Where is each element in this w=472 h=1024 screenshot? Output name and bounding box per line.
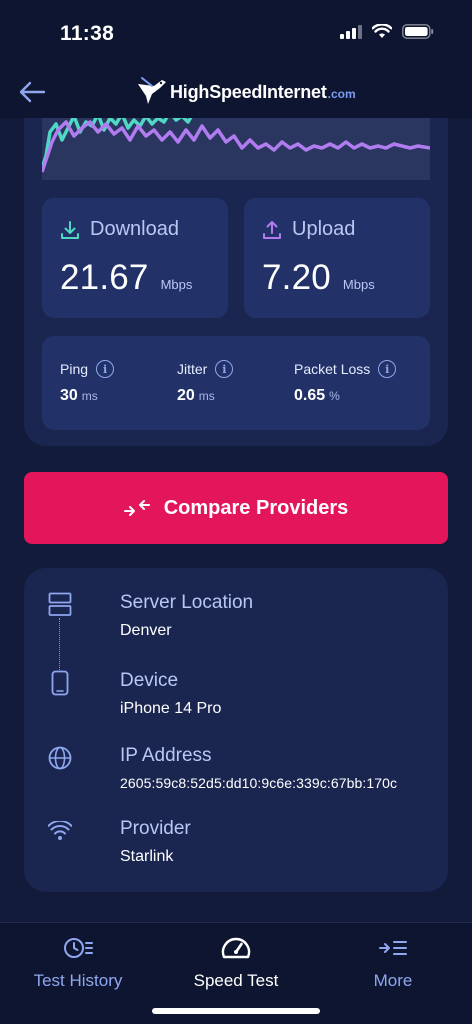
logo-suffix: .com (327, 87, 356, 101)
packet-loss-value: 0.65 (294, 387, 326, 404)
server-location-value: Denver (120, 622, 172, 639)
device-title: Device (120, 670, 179, 691)
home-indicator (152, 1008, 320, 1014)
phone-icon (51, 670, 69, 696)
tab-test-history[interactable]: Test History (3, 935, 153, 991)
app-header: HighSpeedInternet .com (0, 66, 472, 118)
ip-address-value: 2605:59c8:52d5:dd10:9c6e:339c:67bb:170c (120, 775, 398, 791)
download-icon (61, 220, 79, 239)
stat-packet-loss: Packet Loss i 0.65 % (294, 360, 397, 405)
tab-more-label: More (373, 971, 413, 990)
info-icon[interactable]: i (215, 360, 234, 378)
detail-connector (59, 618, 60, 670)
tab-speed-test-label: Speed Test (193, 971, 279, 990)
hummingbird-icon (138, 77, 166, 104)
packet-loss-unit: % (329, 389, 340, 403)
ip-address-title: IP Address (120, 745, 212, 766)
server-location-title: Server Location (120, 592, 254, 613)
ping-label: Ping (60, 361, 89, 377)
ping-unit: ms (81, 389, 98, 403)
info-icon[interactable]: i (96, 360, 115, 378)
back-arrow-icon (19, 81, 46, 103)
upload-label: Upload (292, 218, 356, 240)
jitter-value: 20 (177, 387, 195, 404)
info-icon[interactable]: i (378, 360, 397, 378)
wifi-status-icon (372, 24, 392, 38)
provider-value: Starlink (120, 848, 174, 865)
stat-jitter: Jitter i 20 ms (177, 360, 234, 405)
cellular-signal-icon (340, 24, 362, 39)
connection-details-card (24, 568, 448, 892)
download-speed-value: 21.67 (60, 258, 149, 297)
upload-speed-value: 7.20 (262, 258, 331, 297)
more-icon (379, 941, 407, 955)
tab-more[interactable]: More (318, 935, 468, 991)
status-bar: 11:38 (0, 0, 472, 66)
logo-wordmark: HighSpeedInternet (170, 81, 327, 102)
speed-graph (42, 118, 430, 180)
jitter-label: Jitter (177, 361, 208, 377)
compare-arrows-icon (123, 500, 150, 516)
latency-stats: Ping i 30 ms Jitter i 20 ms Packet Loss … (42, 336, 430, 430)
status-time: 11:38 (60, 22, 115, 45)
back-button[interactable] (14, 74, 50, 110)
device-value: iPhone 14 Pro (120, 700, 222, 717)
compare-providers-button[interactable]: Compare Providers (24, 472, 448, 544)
download-result: Download 21.67 Mbps (42, 198, 228, 318)
server-icon (48, 592, 72, 616)
tab-test-history-label: Test History (33, 971, 123, 990)
wifi-icon (48, 821, 72, 840)
packet-loss-label: Packet Loss (294, 361, 371, 377)
upload-icon (263, 220, 281, 239)
speed-test-screen: 11:38 Download 21.67 Mbps Upload 7.20 Mb… (0, 0, 472, 1024)
jitter-unit: ms (198, 389, 215, 403)
download-speed-unit: Mbps (160, 277, 193, 292)
provider-title: Provider (120, 818, 191, 839)
tab-speed-test[interactable]: Speed Test (161, 935, 311, 991)
ping-value: 30 (60, 387, 78, 404)
upload-speed-unit: Mbps (342, 277, 375, 292)
history-icon (64, 938, 93, 958)
download-label: Download (90, 218, 179, 240)
stat-ping: Ping i 30 ms (60, 360, 115, 405)
speedometer-icon (221, 937, 251, 959)
globe-icon (48, 746, 72, 770)
compare-providers-label: Compare Providers (163, 496, 349, 519)
battery-icon (402, 24, 434, 39)
upload-result: Upload 7.20 Mbps (244, 198, 430, 318)
upload-speed-line (42, 120, 430, 173)
status-icons (340, 24, 434, 39)
brand-logo: HighSpeedInternet .com (136, 72, 356, 112)
